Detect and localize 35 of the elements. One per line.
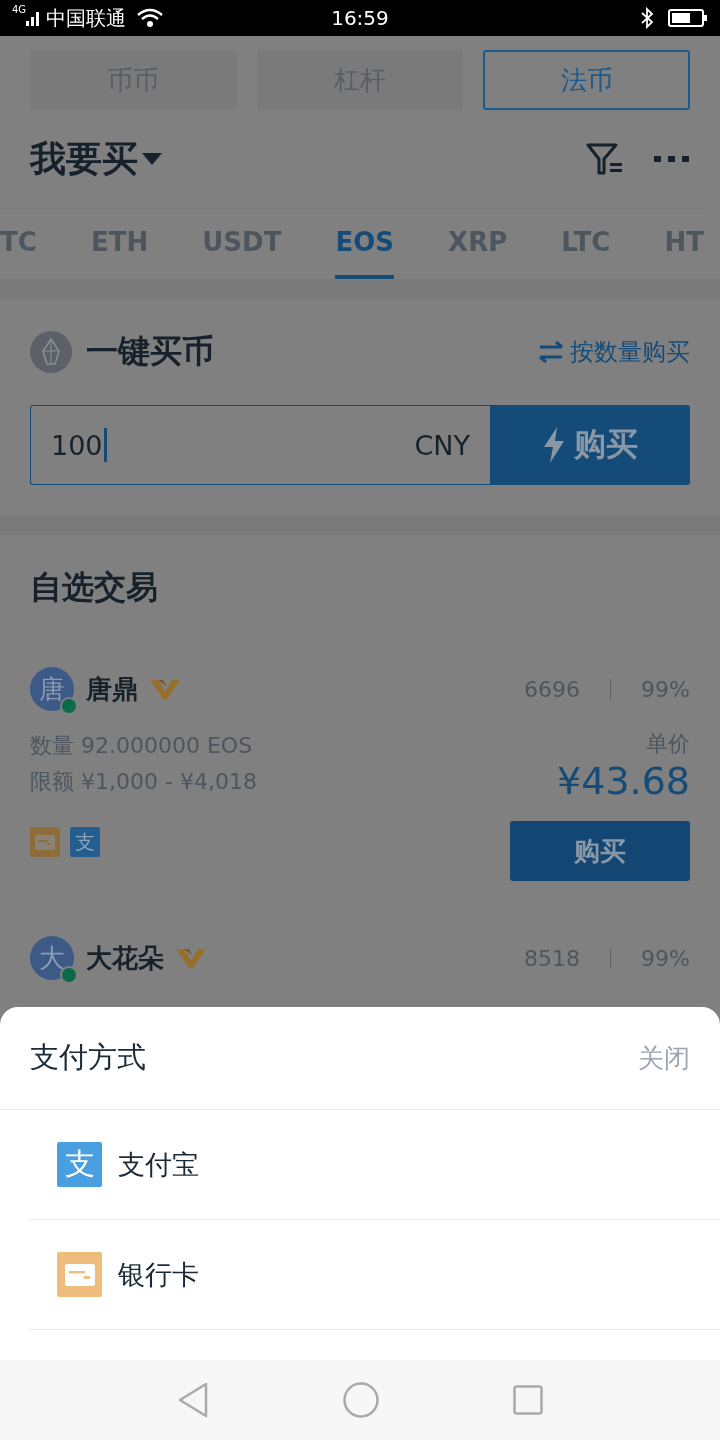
section-title: 一键买币 [86, 331, 214, 372]
vip-badge-icon [176, 947, 206, 969]
avatar: 唐 [30, 667, 74, 711]
bank-card-icon [57, 1252, 102, 1297]
bank-card-icon [30, 827, 60, 857]
dropdown-caret-icon[interactable] [142, 152, 162, 166]
buy-button[interactable]: 购买 [510, 821, 690, 881]
bluetooth-icon [640, 7, 654, 29]
page-title[interactable]: 我要买 [30, 134, 138, 184]
network-type: 4G [12, 4, 27, 15]
battery-icon [668, 8, 708, 28]
alipay-icon: 支 [57, 1142, 102, 1187]
vip-badge-icon [150, 678, 180, 700]
coin-logo-icon [30, 331, 72, 373]
payment-option[interactable]: 银行卡 [30, 1220, 720, 1330]
avatar: 大 [30, 936, 74, 980]
close-button[interactable]: 关闭 [638, 1040, 690, 1076]
unit-price: ¥43.68 [556, 759, 690, 803]
more-icon[interactable] [654, 155, 690, 163]
merchant-name[interactable]: 大花朵 [86, 940, 164, 976]
merchant-name[interactable]: 唐鼎 [86, 671, 138, 707]
carrier-name: 中国联通 [46, 4, 127, 32]
filter-icon[interactable] [586, 142, 624, 176]
amount-input[interactable]: 100 CNY [30, 405, 490, 485]
sheet-title: 支付方式 [30, 1039, 146, 1076]
swap-arrows-icon [538, 341, 564, 363]
payment-option[interactable]: 支 支付宝 [30, 1110, 720, 1220]
wifi-icon [136, 8, 165, 28]
section-title: 自选交易 [30, 567, 158, 608]
buy-by-quantity-link[interactable]: 按数量购买 [538, 336, 690, 368]
alipay-icon: 支 [70, 827, 100, 857]
quick-buy-button[interactable]: 购买 [490, 405, 690, 485]
market-tab[interactable]: 法币 [483, 50, 690, 110]
lightning-icon [542, 427, 566, 463]
clock-time: 16:59 [330, 6, 390, 30]
